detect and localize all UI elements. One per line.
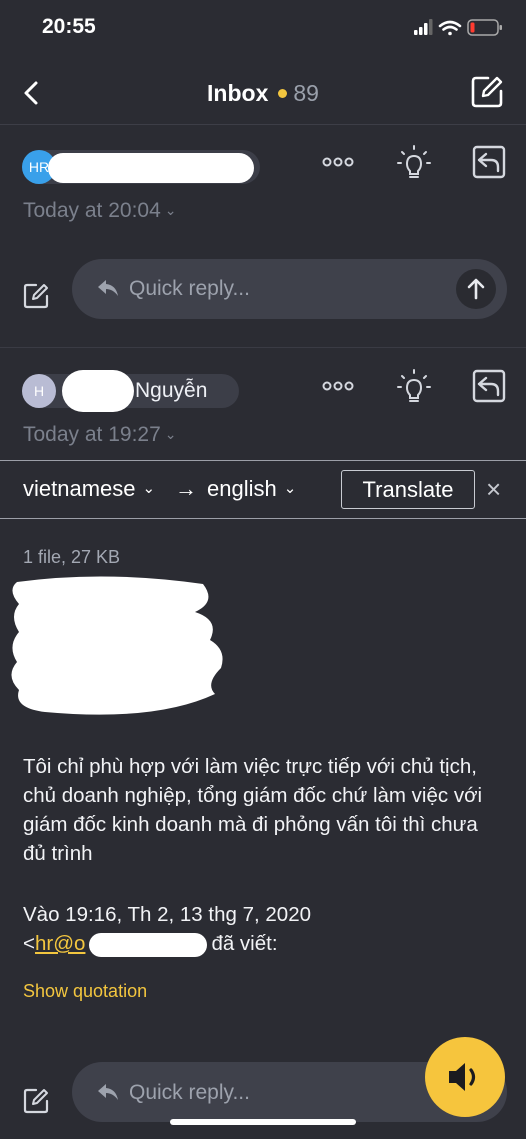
avatar: H xyxy=(22,374,56,408)
target-language-select[interactable]: english ⌄ xyxy=(207,476,296,502)
edit-icon[interactable] xyxy=(22,282,50,310)
chevron-down-icon: ⌄ xyxy=(283,480,297,497)
translate-bar: vietnamese ⌄ → english ⌄ Translate × xyxy=(0,460,526,519)
home-indicator xyxy=(170,1119,356,1125)
quick-reply-placeholder: Quick reply... xyxy=(129,1081,250,1104)
message-timestamp[interactable]: Today at 19:27 ⌄ xyxy=(23,423,177,447)
quote-date-line: Vào 19:16, Th 2, 13 thg 7, 2020 xyxy=(23,903,311,926)
chevron-down-icon: ⌄ xyxy=(164,426,177,442)
attachment-info: 1 file, 27 KB xyxy=(23,547,121,567)
unread-count: 89 xyxy=(293,80,319,106)
wrote-label: đã viết: xyxy=(211,932,278,955)
target-language: english xyxy=(207,476,277,501)
email-body: Tôi chỉ phù hợp với làm việc trực tiếp v… xyxy=(23,755,483,865)
lightbulb-icon[interactable] xyxy=(396,144,432,180)
redaction-mark xyxy=(89,932,208,957)
arrow-icon: → xyxy=(175,476,197,501)
quote-header: Vào 19:16, Th 2, 13 thg 7, 2020 <hr@o đã … xyxy=(23,900,503,958)
reply-icon[interactable] xyxy=(471,368,507,404)
chevron-down-icon: ⌄ xyxy=(142,480,156,497)
send-arrow-icon[interactable] xyxy=(456,269,496,309)
show-quotation-link[interactable]: Show quotation xyxy=(23,981,147,1002)
translate-button[interactable]: Translate xyxy=(341,470,475,509)
message-timestamp[interactable]: Today at 20:04 ⌄ xyxy=(23,199,177,223)
sender-name: Nguyễn xyxy=(135,379,208,402)
more-dots-icon[interactable] xyxy=(320,370,356,406)
chevron-down-icon: ⌄ xyxy=(164,202,177,218)
sender-email-link[interactable]: hr@o xyxy=(35,932,85,955)
reply-arrow-icon xyxy=(96,1082,120,1102)
speaker-icon xyxy=(445,1059,485,1095)
signal-icon xyxy=(414,19,433,35)
more-dots-icon[interactable] xyxy=(320,146,356,182)
timestamp-text: Today at 20:04 xyxy=(23,199,161,222)
source-language: vietnamese xyxy=(23,476,136,501)
close-icon[interactable]: × xyxy=(486,474,501,505)
reply-arrow-icon xyxy=(96,278,120,298)
speaker-button[interactable] xyxy=(425,1037,505,1117)
status-icons xyxy=(414,17,504,39)
nav-title: Inbox xyxy=(207,80,269,106)
nav-divider xyxy=(0,124,526,125)
compose-icon[interactable] xyxy=(470,75,504,109)
battery-icon xyxy=(467,19,502,36)
edit-icon[interactable] xyxy=(22,1087,50,1115)
attachment-redaction[interactable] xyxy=(5,572,230,720)
quick-reply-placeholder: Quick reply... xyxy=(129,277,250,300)
reply-icon[interactable] xyxy=(471,144,507,180)
angle-bracket: < xyxy=(23,932,35,955)
inbox-title: Inbox 89 xyxy=(0,80,526,107)
unread-dot xyxy=(278,88,288,98)
redaction-mark xyxy=(48,153,254,183)
source-language-select[interactable]: vietnamese ⌄ xyxy=(23,476,155,502)
quote-author-line: <hr@o đã viết: xyxy=(23,929,503,958)
lightbulb-icon[interactable] xyxy=(396,368,432,404)
timestamp-text: Today at 19:27 xyxy=(23,423,161,446)
status-time: 20:55 xyxy=(42,15,96,38)
message-divider xyxy=(0,347,526,348)
redaction-mark xyxy=(62,370,134,412)
wifi-icon xyxy=(438,20,462,36)
